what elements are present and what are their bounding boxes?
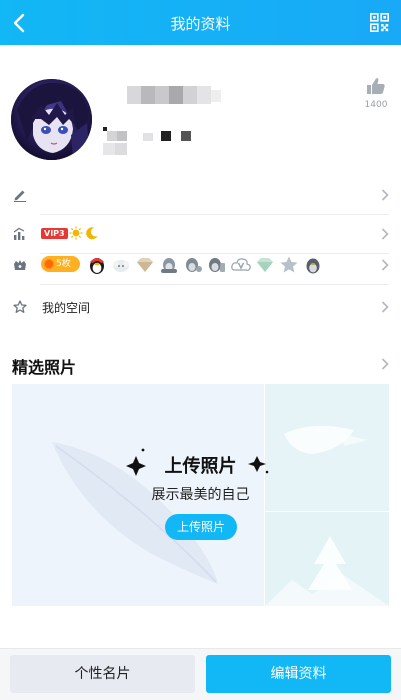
penguin-game-badge-icon	[186, 258, 202, 272]
signature-row[interactable]	[0, 175, 401, 215]
chevron-right-icon	[381, 189, 389, 201]
badges-row[interactable]: 5枚	[0, 245, 401, 285]
diamond-badge-icon	[137, 258, 153, 272]
chevron-right-icon[interactable]	[381, 358, 389, 370]
sun-icon	[69, 226, 83, 240]
top-bar: 我的资料	[0, 0, 401, 45]
pencil-icon	[14, 190, 26, 202]
my-space-row[interactable]: 我的空间	[0, 287, 401, 327]
featured-photos-title: 精选照片	[12, 358, 77, 377]
badge-list	[87, 255, 323, 275]
page-title: 我的资料	[170, 15, 231, 33]
cloud-v-badge-icon	[231, 258, 251, 271]
photo-upload-area[interactable]: 上传照片 展示最美的自己 上传照片	[12, 384, 389, 606]
chevron-right-icon	[381, 228, 389, 240]
sheep-badge-icon	[113, 260, 129, 272]
profile-card-button[interactable]: 个性名片	[10, 655, 195, 693]
coin-badge: 5枚	[41, 256, 80, 272]
thumbs-up-icon	[367, 78, 385, 94]
divider	[40, 284, 389, 285]
edit-profile-button[interactable]: 编辑资料	[206, 655, 391, 693]
like-button[interactable]: 1400	[361, 77, 391, 110]
my-space-label: 我的空间	[42, 301, 91, 315]
chevron-right-icon	[381, 301, 389, 313]
penguin-gray-badge-icon	[306, 258, 320, 274]
anime-avatar-image	[11, 79, 92, 160]
qr-code-icon[interactable]	[370, 13, 389, 32]
moon-icon	[86, 227, 98, 240]
like-count: 1400	[364, 100, 388, 110]
gift-icon	[14, 260, 26, 270]
avatar[interactable]	[11, 79, 92, 160]
chevron-right-icon	[381, 259, 389, 271]
gem-badge-icon	[257, 258, 273, 272]
vip-badge: VIP3	[41, 228, 68, 239]
coin-count: 5枚	[56, 259, 71, 269]
level-icons	[69, 226, 99, 240]
penguin-car-badge-icon	[161, 258, 177, 273]
account-info-redacted	[103, 127, 191, 155]
upload-photo-button[interactable]: 上传照片	[165, 514, 237, 540]
nickname-redacted	[127, 86, 221, 104]
upload-subtitle: 展示最美的自己	[151, 487, 250, 503]
penguin-badge-icon	[90, 258, 104, 274]
star-icon	[13, 300, 27, 313]
star-badge-icon	[280, 256, 298, 273]
upload-title: 上传照片	[164, 456, 237, 477]
coin-icon	[44, 259, 54, 269]
penguin-music-badge-icon	[209, 258, 225, 272]
level-chart-icon	[13, 227, 25, 240]
bottom-action-bar: 个性名片 编辑资料	[0, 648, 401, 700]
